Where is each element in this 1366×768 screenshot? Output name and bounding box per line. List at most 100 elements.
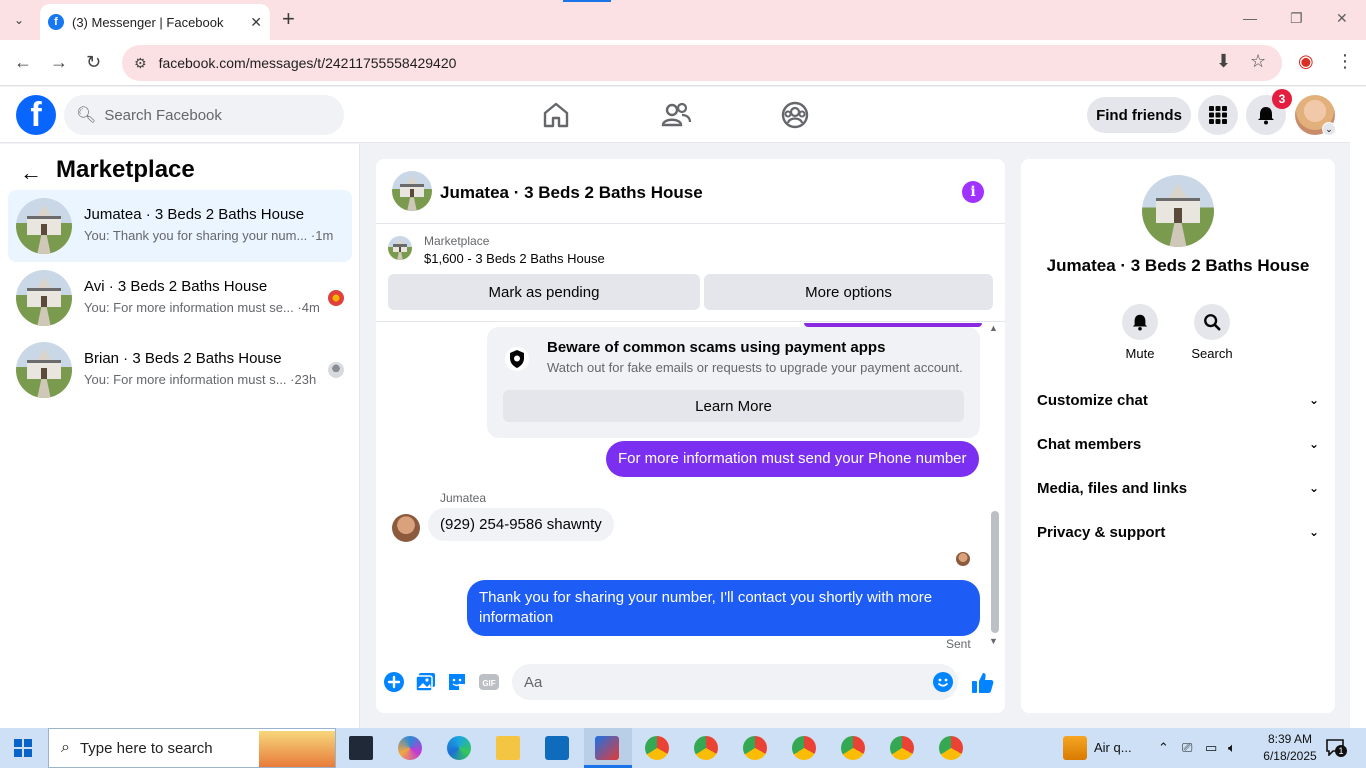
restore-icon[interactable]: ❐ [1290,10,1303,27]
gif-icon[interactable]: GIF [478,671,500,693]
chrome-icon[interactable] [792,736,816,760]
browser-tab-messenger[interactable]: f (3) Messenger | Facebook ✕ [40,4,270,40]
pinned-app-icon[interactable] [595,736,619,760]
url-field[interactable]: ⚙ facebook.com/messages/t/24211755558429… [122,45,1282,81]
network-icon[interactable]: ▭ [1205,740,1217,756]
chrome-icon[interactable] [743,736,767,760]
incoming-message[interactable]: (929) 254-9586 shawnty [428,508,614,541]
windows-start-icon[interactable] [14,739,32,757]
search-in-chat-button[interactable]: Search [1182,304,1242,361]
chrome-icon[interactable] [841,736,865,760]
listing-thumbnail[interactable] [388,236,412,260]
find-friends-button[interactable]: Find friends [1087,97,1191,133]
mark-as-pending-button[interactable]: Mark as pending [388,274,700,310]
site-info-icon[interactable]: ⚙ [134,55,147,72]
friends-icon[interactable] [660,99,692,131]
listing-avatar[interactable] [1142,175,1214,247]
thumbs-up-icon[interactable] [971,671,995,695]
chat-header: Jumatea · 3 Beds 2 Baths House i [376,159,1005,224]
more-options-button[interactable]: More options [704,274,993,310]
groups-icon[interactable] [779,99,811,131]
back-arrow-icon[interactable]: ← [20,160,42,186]
browser-menu-icon[interactable]: ⋮ [1336,51,1354,72]
install-app-icon[interactable]: ⬇ [1216,51,1231,72]
scroll-up-icon[interactable]: ▲ [989,323,998,333]
chrome-icon[interactable] [645,736,669,760]
chrome-icon[interactable] [890,736,914,760]
page-title: Marketplace [56,156,195,183]
new-tab-button[interactable]: + [282,8,295,30]
listing-thumbnail [16,198,72,254]
message-input[interactable]: Aa [512,664,958,700]
weather-label[interactable]: Air q... [1094,740,1132,755]
chrome-icon[interactable] [939,736,963,760]
search-placeholder: Search Facebook [104,106,222,124]
learn-more-button[interactable]: Learn More [503,390,964,422]
conversation-item-avi[interactable]: Avi · 3 Beds 2 Baths House You: For more… [8,262,352,334]
facebook-search-input[interactable]: 🔍︎ Search Facebook [64,95,344,135]
notification-count-badge: 1 [1335,745,1347,757]
sent-status: Sent [946,637,971,651]
scroll-down-icon[interactable]: ▼ [989,636,998,646]
photo-icon[interactable] [415,671,437,693]
warning-title: Beware of common scams using payment app… [547,339,886,356]
show-hidden-icons-chevron-up-icon[interactable]: ⌃ [1158,740,1169,756]
outgoing-message[interactable]: Thank you for sharing your number, I'll … [467,580,980,636]
search-icon: ⌕ [61,739,70,756]
clock-date: 6/18/2025 [1263,749,1317,763]
shield-icon [505,347,529,371]
privacy-support-row[interactable]: Privacy & support ⌄ [1037,510,1319,554]
facebook-logo-icon[interactable]: f [16,95,56,135]
tab-search-dropdown-icon[interactable]: ⌄ [6,8,32,32]
back-arrow-icon[interactable]: ← [14,52,32,73]
listing-thumbnail [16,342,72,398]
home-icon[interactable] [540,99,572,131]
file-explorer-icon[interactable] [496,736,520,760]
conversation-item-brian[interactable]: Brian · 3 Beds 2 Baths House You: For mo… [8,334,352,406]
minimize-icon[interactable]: — [1243,10,1257,26]
account-chevron-down-icon[interactable]: ⌄ [1322,122,1336,136]
bell-icon [1258,107,1274,125]
listing-price[interactable]: $1,600 - 3 Beds 2 Baths House [424,251,605,266]
sticker-icon[interactable] [446,671,468,693]
taskbar-search-input[interactable]: ⌕ Type here to search [48,728,336,768]
page-scrollbar[interactable] [1350,87,1366,728]
outgoing-message[interactable]: For more information must send your Phon… [606,441,979,477]
emoji-icon[interactable] [932,671,954,693]
search-highlight-image [259,731,335,767]
chat-members-row[interactable]: Chat members ⌄ [1037,422,1319,466]
media-files-links-row[interactable]: Media, files and links ⌄ [1037,466,1319,510]
volume-icon[interactable]: 🔈︎ [1228,740,1236,756]
warning-subtitle: Watch out for fake emails or requests to… [547,360,963,375]
chat-avatar[interactable] [392,171,432,211]
task-view-icon[interactable] [349,736,373,760]
mute-button[interactable]: Mute [1110,304,1170,361]
bookmark-star-icon[interactable]: ☆ [1250,51,1266,72]
chat-panel: Jumatea · 3 Beds 2 Baths House i Marketp… [376,159,1005,713]
air-quality-icon[interactable] [1063,736,1087,760]
profile-icon[interactable]: ◉ [1298,51,1314,72]
row-label: Chat members [1037,435,1142,453]
notification-center-icon[interactable]: 1 [1325,738,1347,757]
device-icon[interactable]: ⎚ [1182,740,1192,756]
chat-scrollbar[interactable] [991,511,999,633]
chat-title[interactable]: Jumatea · 3 Beds 2 Baths House [440,183,703,203]
read-receipt-avatar [328,290,344,306]
search-icon: 🔍︎ [76,107,97,124]
forward-arrow-icon[interactable]: → [50,52,68,73]
copilot-icon[interactable] [398,736,422,760]
menu-grid-button[interactable] [1198,95,1238,135]
system-clock[interactable]: 8:39 AM 6/18/2025 [1255,731,1325,765]
conversation-item-jumatea[interactable]: Jumatea · 3 Beds 2 Baths House You: Than… [8,190,352,262]
row-label: Media, files and links [1037,479,1188,497]
info-icon[interactable]: i [962,181,984,203]
sender-avatar[interactable] [392,514,420,542]
edge-icon[interactable] [447,736,471,760]
outlook-icon[interactable] [545,736,569,760]
customize-chat-row[interactable]: Customize chat ⌄ [1037,378,1319,422]
tab-close-icon[interactable]: ✕ [250,14,262,31]
close-window-icon[interactable]: ✕ [1336,10,1348,27]
reload-icon[interactable]: ↻ [86,52,101,73]
chrome-icon[interactable] [694,736,718,760]
plus-circle-icon[interactable] [383,671,405,693]
